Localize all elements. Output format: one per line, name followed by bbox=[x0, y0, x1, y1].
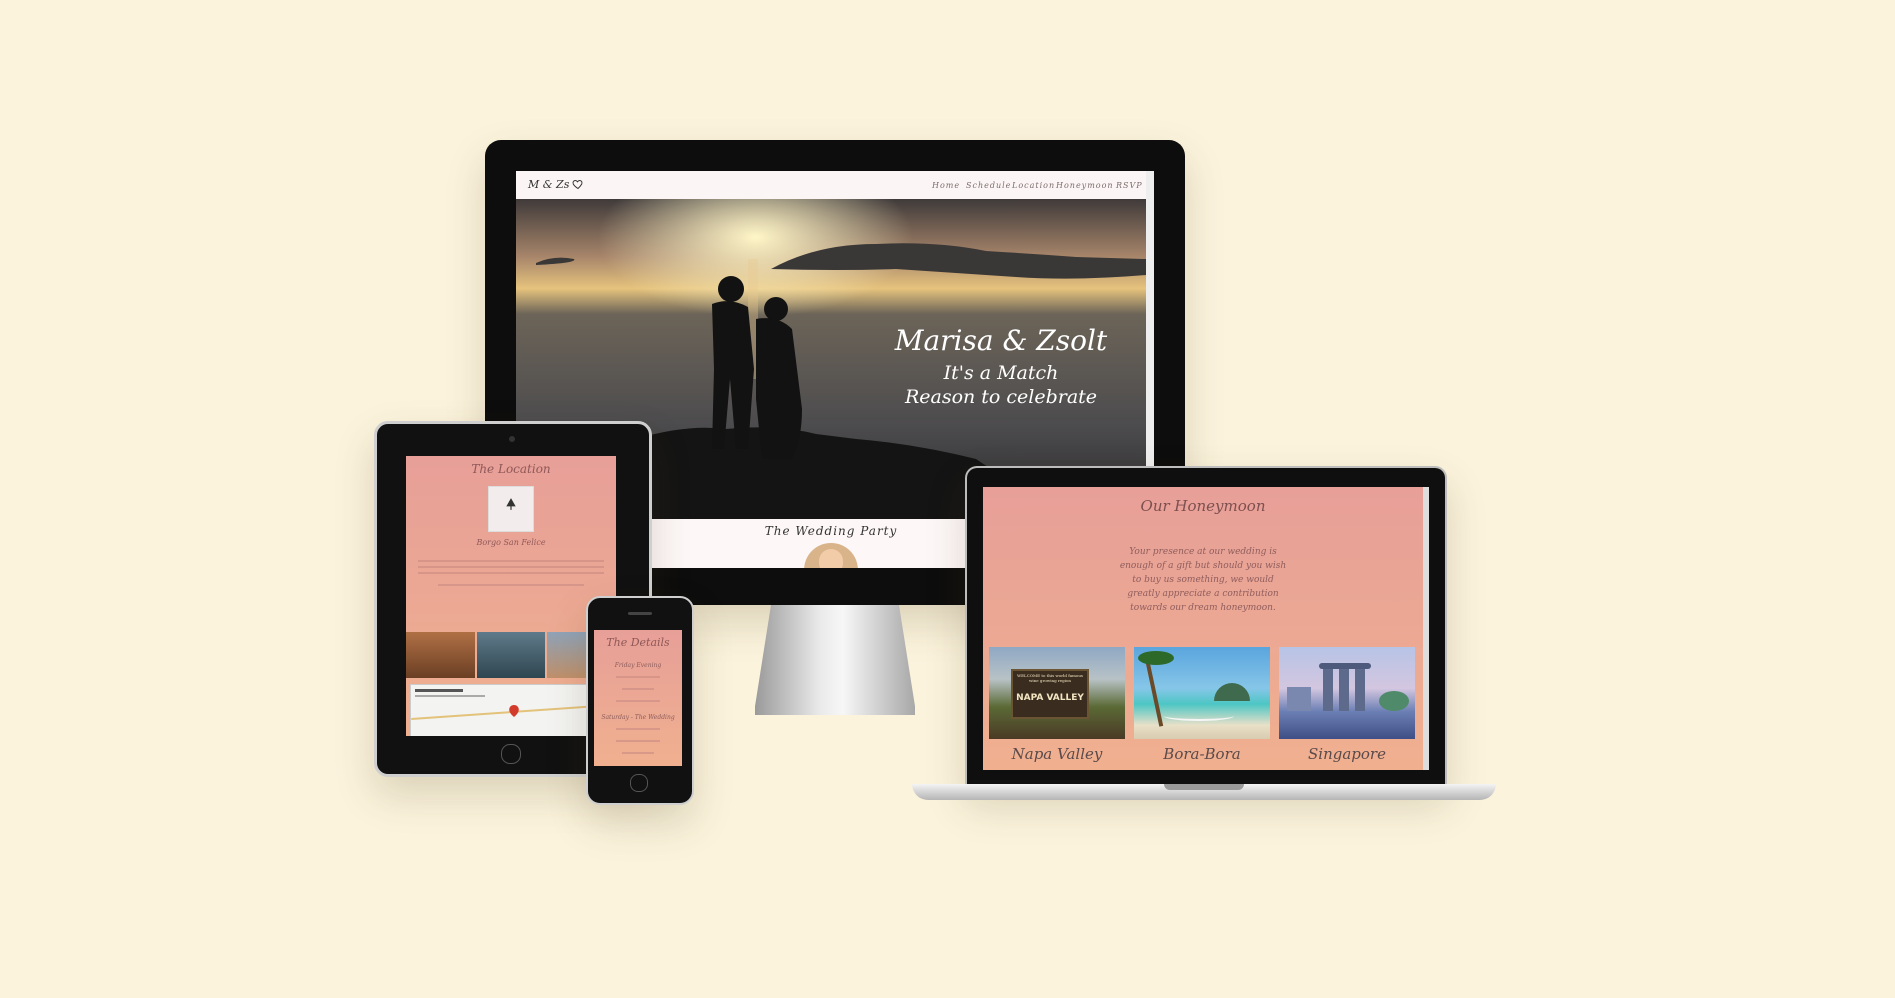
nav-home[interactable]: Home bbox=[932, 181, 960, 190]
phone-device: The Details Friday Evening Saturday - Th… bbox=[586, 596, 694, 805]
laptop-lid: Our Honeymoon Your presence at our weddi… bbox=[965, 466, 1447, 788]
laptop-screen: Our Honeymoon Your presence at our weddi… bbox=[983, 487, 1429, 770]
honeymoon-message: Your presence at our wedding is enough o… bbox=[1119, 547, 1287, 613]
site-navbar: M & Zs Home Schedule Location Honeymoon … bbox=[516, 171, 1154, 568]
singapore-photo bbox=[1279, 647, 1415, 739]
honeymoon-heading: Our Honeymoon bbox=[1140, 497, 1266, 515]
nav-schedule[interactable]: Schedule bbox=[966, 181, 1011, 190]
card-label-singapore: Singapore bbox=[1308, 745, 1386, 763]
venue-text bbox=[418, 556, 604, 598]
phone-item-saturday: Saturday - The Wedding bbox=[601, 714, 675, 721]
venue-map[interactable] bbox=[410, 684, 614, 736]
phone-screen: The Details Friday Evening Saturday - Th… bbox=[594, 630, 682, 766]
site-logo[interactable]: M & Zs bbox=[528, 178, 569, 191]
gallery-photo bbox=[476, 632, 546, 678]
tablet-heading: The Location bbox=[471, 462, 551, 476]
tree-icon bbox=[506, 498, 516, 510]
hero-line2: Reason to celebrate bbox=[904, 386, 1098, 408]
gallery-photo bbox=[406, 632, 475, 678]
monitor-stand bbox=[755, 605, 915, 715]
bora-bora-photo bbox=[1134, 647, 1270, 739]
laptop-notch bbox=[1164, 784, 1244, 790]
laptop-device: Our Honeymoon Your presence at our weddi… bbox=[912, 466, 1496, 806]
tablet-camera bbox=[509, 436, 515, 442]
venue-name: Borgo San Felice bbox=[476, 538, 546, 547]
tablet-screen: The Location Borgo San Felice bbox=[406, 456, 616, 736]
hero-title: Marisa & Zsolt bbox=[894, 324, 1108, 357]
phone-home-button[interactable] bbox=[630, 774, 648, 792]
map-pin-icon bbox=[509, 705, 519, 717]
napa-sign-text: NAPA VALLEY bbox=[1016, 693, 1084, 703]
nav-location[interactable]: Location bbox=[1012, 181, 1055, 190]
laptop-scrollbar[interactable] bbox=[1423, 487, 1429, 770]
hero-line1: It's a Match bbox=[943, 362, 1059, 384]
venue-logo bbox=[488, 486, 534, 532]
napa-sign-small: WELCOME to this world famous wine growin… bbox=[1017, 673, 1083, 683]
card-napa-valley[interactable]: WELCOME to this world famous wine growin… bbox=[989, 647, 1125, 767]
card-label-napa: Napa Valley bbox=[1011, 745, 1103, 763]
venue-gallery bbox=[406, 632, 616, 678]
nav-honeymoon[interactable]: Honeymoon bbox=[1056, 181, 1114, 190]
napa-valley-photo: WELCOME to this world famous wine growin… bbox=[989, 647, 1125, 739]
phone-speaker bbox=[628, 612, 652, 615]
party-member-avatar bbox=[804, 543, 858, 568]
nav-rsvp[interactable]: RSVP bbox=[1116, 181, 1143, 190]
card-bora-bora[interactable]: Bora-Bora bbox=[1134, 647, 1270, 767]
card-label-bora: Bora-Bora bbox=[1163, 745, 1241, 763]
card-singapore[interactable]: Singapore bbox=[1279, 647, 1415, 767]
phone-heading: The Details bbox=[606, 636, 670, 649]
tablet-home-button[interactable] bbox=[501, 744, 521, 764]
phone-item-friday: Friday Evening bbox=[614, 662, 662, 669]
napa-sign: WELCOME to this world famous wine growin… bbox=[1011, 669, 1089, 719]
heart-icon bbox=[572, 179, 583, 190]
